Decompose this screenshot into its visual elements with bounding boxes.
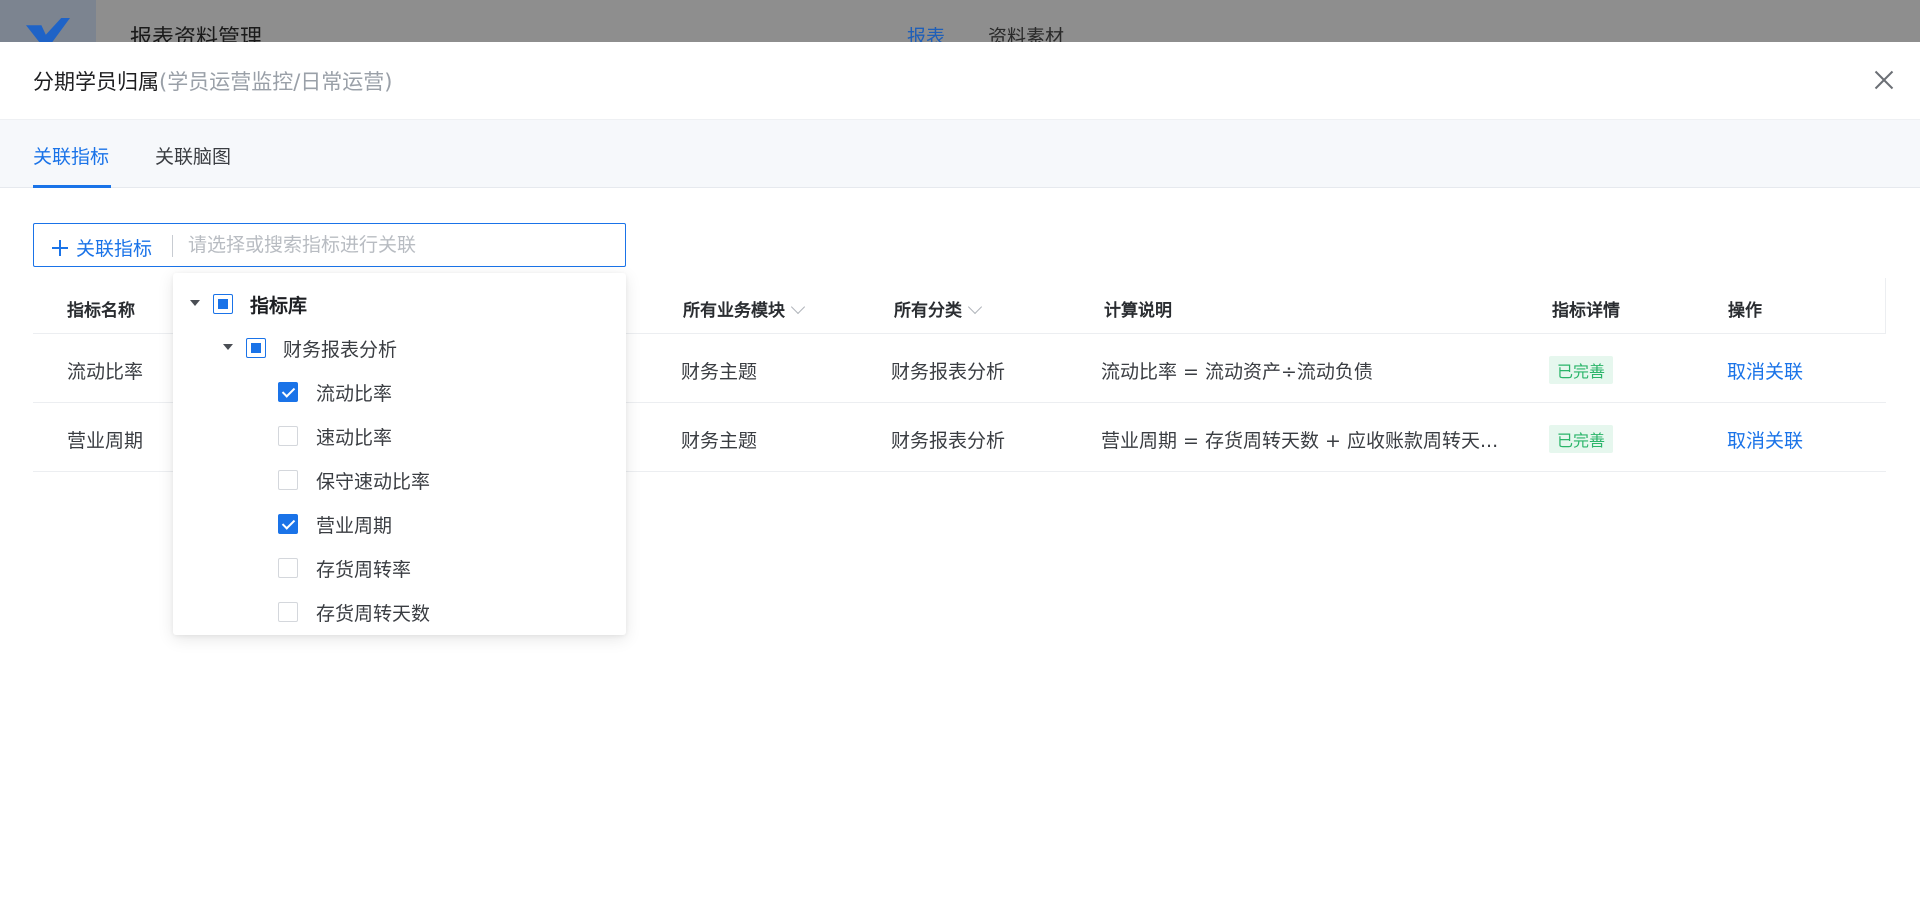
tree-leaf-label[interactable]: 存货周转率 xyxy=(316,555,411,582)
metric-search-input[interactable] xyxy=(186,230,606,260)
tree-leaf[interactable]: 营业周期 xyxy=(173,505,626,541)
unlink-button[interactable]: 取消关联 xyxy=(1727,426,1803,453)
tree-leaf[interactable]: 存货周转率 xyxy=(173,549,626,585)
drawer-header: 分期学员归属(学员运营监控/日常运营) xyxy=(0,42,1920,120)
cell-category: 财务报表分析 xyxy=(891,361,1006,383)
drawer-title-main: 分期学员归属 xyxy=(33,70,159,94)
drawer: 分期学员归属(学员运营监控/日常运营) 关联指标 关联脑图 关联指标 指标名称 … xyxy=(0,42,1920,903)
tab-active-indicator xyxy=(33,185,111,188)
link-metric-bar: 关联指标 xyxy=(33,223,626,267)
tree-node-group[interactable]: 财务报表分析 xyxy=(173,329,626,365)
tab-related-mindmap[interactable]: 关联脑图 xyxy=(155,142,231,169)
drawer-title: 分期学员归属(学员运营监控/日常运营) xyxy=(33,66,392,96)
unlink-button[interactable]: 取消关联 xyxy=(1727,357,1803,384)
tree-group-checkbox[interactable] xyxy=(246,338,266,358)
status-badge: 已完善 xyxy=(1549,425,1614,453)
cell-name: 流动比率 xyxy=(67,361,144,383)
cell-category: 财务报表分析 xyxy=(891,430,1006,452)
tree-node-root[interactable]: 指标库 xyxy=(173,285,626,321)
tree-leaf[interactable]: 流动比率 xyxy=(173,373,626,409)
tree-leaf[interactable]: 速动比率 xyxy=(173,417,626,453)
app-logo xyxy=(0,0,96,42)
plus-icon xyxy=(52,240,68,256)
tree-leaf-checkbox[interactable] xyxy=(278,470,298,490)
link-metric-button-label: 关联指标 xyxy=(76,238,153,260)
tree-leaf[interactable]: 存货周转天数 xyxy=(173,593,626,629)
tree-leaf-label[interactable]: 保守速动比率 xyxy=(316,467,430,494)
column-header-category-label: 所有分类 xyxy=(894,301,962,321)
column-divider xyxy=(1885,278,1886,334)
cell-module: 财务主题 xyxy=(681,361,758,383)
status-badge: 已完善 xyxy=(1549,356,1614,384)
column-header-name: 指标名称 xyxy=(67,301,135,321)
cell-calc: 营业周期 = 存货周转天数 + 应收账款周转天... xyxy=(1101,430,1499,452)
tree-leaf-checkbox[interactable] xyxy=(278,558,298,578)
tree-leaf-label[interactable]: 流动比率 xyxy=(316,379,392,406)
app-header: 报表资料管理 报表 资料素材 xyxy=(0,0,1920,51)
link-metric-button[interactable]: 关联指标 xyxy=(52,234,152,261)
chevron-down-icon[interactable] xyxy=(790,299,806,315)
chevron-down-icon[interactable] xyxy=(967,299,983,315)
caret-down-icon[interactable] xyxy=(190,300,200,306)
column-header-module[interactable]: 所有业务模块 xyxy=(683,296,806,321)
metric-tree-dropdown: 指标库 财务报表分析 流动比率 速动比率 保守速动比率 营业周期 存货周转率 存… xyxy=(173,273,626,635)
tree-root-checkbox[interactable] xyxy=(213,294,233,314)
cell-calc: 流动比率 = 流动资产÷流动负债 xyxy=(1101,361,1373,383)
drawer-title-subtitle: (学员运营监控/日常运营) xyxy=(159,70,393,94)
tree-leaf-checkbox[interactable] xyxy=(278,382,298,402)
cell-name: 营业周期 xyxy=(67,430,144,452)
divider xyxy=(172,235,173,257)
tree-leaf-checkbox[interactable] xyxy=(278,602,298,622)
tabs-bar: 关联指标 关联脑图 xyxy=(0,120,1920,188)
tree-node-label[interactable]: 指标库 xyxy=(250,291,307,318)
column-header-calc: 计算说明 xyxy=(1104,301,1172,321)
cell-module: 财务主题 xyxy=(681,430,758,452)
column-header-category[interactable]: 所有分类 xyxy=(894,296,983,321)
tree-node-label[interactable]: 财务报表分析 xyxy=(283,335,397,362)
tree-leaf-label[interactable]: 存货周转天数 xyxy=(316,599,430,626)
tree-leaf[interactable]: 保守速动比率 xyxy=(173,461,626,497)
tree-leaf-checkbox[interactable] xyxy=(278,426,298,446)
tree-leaf-label[interactable]: 营业周期 xyxy=(316,511,392,538)
column-header-action: 操作 xyxy=(1728,301,1762,321)
column-header-module-label: 所有业务模块 xyxy=(683,301,785,321)
column-header-detail: 指标详情 xyxy=(1552,301,1620,321)
caret-down-icon[interactable] xyxy=(223,344,233,350)
close-icon[interactable] xyxy=(1874,70,1894,90)
tree-leaf-label[interactable]: 速动比率 xyxy=(316,423,392,450)
tree-leaf-checkbox[interactable] xyxy=(278,514,298,534)
tab-related-metrics[interactable]: 关联指标 xyxy=(33,142,109,169)
